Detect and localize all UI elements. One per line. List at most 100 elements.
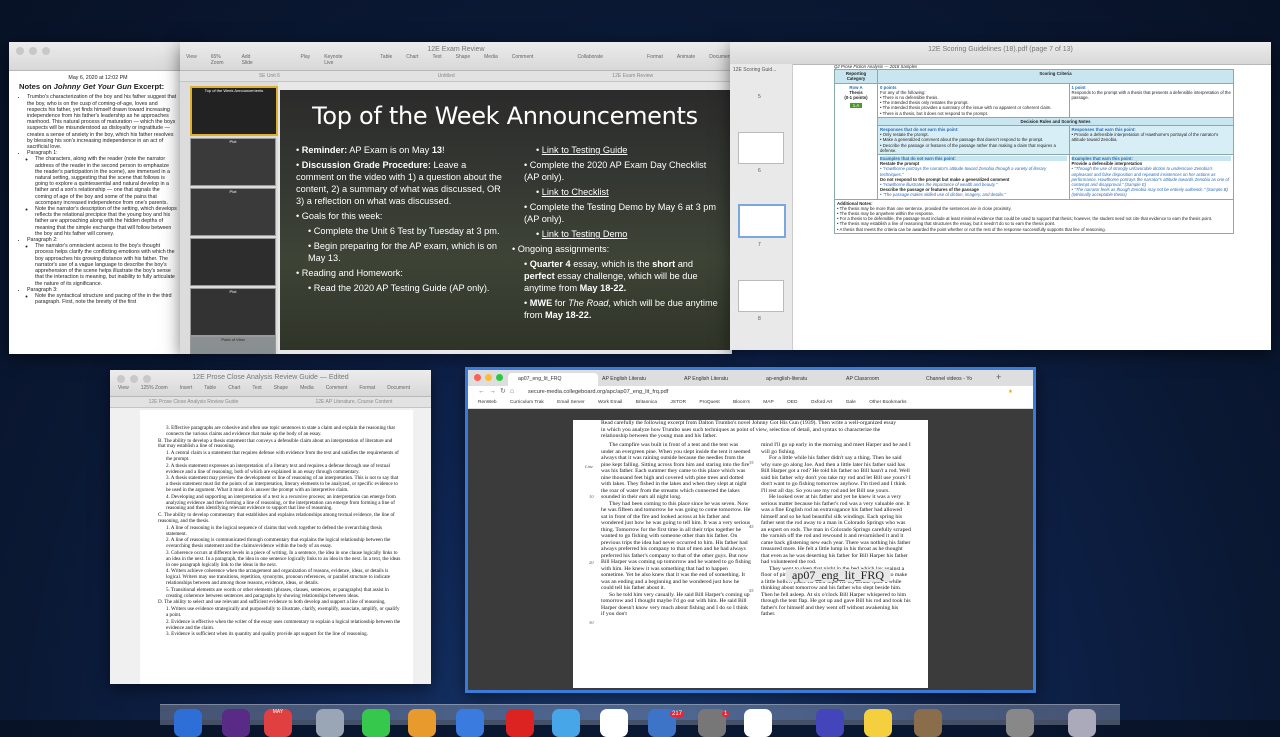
preview-icon[interactable] [914, 709, 942, 737]
view-button[interactable]: View [186, 54, 197, 66]
format-button[interactable]: Format [359, 385, 375, 391]
comment-button[interactable]: Comment [512, 54, 534, 66]
link-checklist[interactable]: • Link to Checklist [512, 186, 722, 198]
table-button[interactable]: Table [204, 385, 216, 391]
bookmark-item[interactable]: Bloom's [733, 400, 750, 405]
bookmark-star-icon[interactable]: ★ [1008, 386, 1013, 398]
shape-button[interactable]: Shape [456, 54, 470, 66]
pages-icon[interactable] [408, 709, 436, 737]
text-button[interactable]: Text [432, 54, 441, 66]
bookmark-item[interactable]: Work Email [598, 400, 622, 405]
bookmark-item[interactable]: OED [787, 400, 797, 405]
minimize-button[interactable] [29, 47, 37, 55]
zoom-menu[interactable]: 125% Zoom [141, 385, 168, 391]
tab-frq-pdf[interactable]: ap07_eng_lit_FRQ [508, 373, 598, 386]
table-button[interactable]: Table [380, 54, 392, 66]
downloads-icon[interactable] [1006, 709, 1034, 737]
pdf-thumbnail-sidebar[interactable]: 12E Scoring Guid... 5 6 7 8 [730, 64, 793, 350]
tab-ap-english-2[interactable]: AP English Literatu [674, 373, 754, 386]
tab-youtube[interactable]: Channel videos - Yo [916, 373, 998, 386]
page-thumb-7[interactable] [738, 204, 786, 238]
address-bar[interactable]: ←→↻⌂ secure-media.collegeboard.org/apc/a… [468, 386, 1033, 398]
siri-icon[interactable] [222, 709, 250, 737]
play-button[interactable]: Play [300, 54, 310, 66]
chart-button[interactable]: Chart [406, 54, 418, 66]
notes-icon[interactable] [600, 709, 628, 737]
review-guide-window[interactable]: 12E Prose Close Analysis Review Guide — … [110, 370, 431, 684]
slide-thumb-2[interactable]: Plot [190, 138, 276, 186]
zoom-button[interactable] [496, 374, 503, 381]
outline-item: 2. Evidence is effective when the writer… [166, 618, 401, 631]
slide-canvas[interactable]: Top of the Week Announcements • Reminder… [280, 90, 730, 350]
chrome-window[interactable]: ap07_eng_lit_FRQ AP English Literatu AP … [465, 367, 1036, 693]
bookmark-item[interactable]: Email Server [557, 400, 584, 405]
tab-course-content[interactable]: 12E AP Literature, Course Content [316, 397, 393, 407]
page-thumb-8[interactable] [738, 280, 784, 312]
close-button[interactable] [474, 374, 481, 381]
review-document[interactable]: 3. Effective paragraphs are cohesive and… [140, 410, 413, 684]
zoom-button[interactable] [42, 47, 50, 55]
minimize-button[interactable] [485, 374, 492, 381]
text-button[interactable]: Text [252, 385, 261, 391]
screenshot-icon[interactable] [816, 709, 844, 737]
collaborate-button[interactable]: Collaborate [577, 54, 603, 66]
slide-thumb-3[interactable]: Plot [190, 188, 276, 236]
slide-thumb-4[interactable] [190, 238, 276, 286]
comment-button[interactable]: Comment [326, 385, 348, 391]
add-slide-button[interactable]: Add Slide [242, 54, 257, 66]
keynote-window[interactable]: 12E Exam Review View 65% Zoom Add Slide … [180, 42, 732, 354]
acrobat-icon[interactable] [506, 709, 534, 737]
other-bookmarks[interactable]: Other Bookmarks [869, 400, 906, 405]
keynote-live-button[interactable]: Keynote Live [324, 54, 344, 66]
slide-thumb-5[interactable]: Plot [190, 288, 276, 336]
notes-window[interactable]: May 6, 2020 at 12:02 PM Notes on Johnny … [9, 42, 187, 354]
keynote-icon[interactable] [456, 709, 484, 737]
pdf-page[interactable]: Read carefully the following excerpt fro… [573, 420, 928, 688]
messages-icon[interactable] [362, 709, 390, 737]
link-testing-demo[interactable]: • Link to Testing Demo [512, 228, 722, 240]
shape-button[interactable]: Shape [274, 385, 288, 391]
page-thumb-6[interactable] [738, 132, 784, 164]
bookmark-item[interactable]: Oxford Art [811, 400, 833, 405]
bookmark-item[interactable]: Britannica [636, 400, 657, 405]
calendar-icon[interactable]: MAY [264, 709, 292, 737]
media-button[interactable]: Media [484, 54, 498, 66]
stickies-icon[interactable] [864, 709, 892, 737]
view-button[interactable]: View [118, 385, 129, 391]
tab-ap-classroom[interactable]: AP Classroom [836, 373, 916, 386]
tab-untitled[interactable]: Untitled [438, 71, 455, 81]
format-button[interactable]: Format [647, 54, 663, 66]
chrome-icon[interactable] [744, 709, 772, 737]
zoom-menu[interactable]: 65% Zoom [211, 54, 228, 66]
animate-button[interactable]: Animate [677, 54, 695, 66]
tab-exam-review[interactable]: 12E Exam Review [612, 71, 653, 81]
bookmark-item[interactable]: RenWeb [478, 400, 497, 405]
close-button[interactable] [16, 47, 24, 55]
tab-unit6[interactable]: SE Unit 6 [259, 71, 280, 81]
finder-icon[interactable] [174, 709, 202, 737]
nav-icons[interactable]: ←→↻⌂ [478, 386, 518, 398]
link-testing-guide[interactable]: • Link to Testing Guide [512, 144, 722, 156]
trash-icon[interactable] [1068, 709, 1096, 737]
insert-button[interactable]: Insert [180, 385, 193, 391]
tab-ap-english-3[interactable]: ap-english-literatu [756, 373, 836, 386]
media-button[interactable]: Media [300, 385, 314, 391]
safari-icon[interactable] [316, 709, 344, 737]
tab-ap-english-1[interactable]: AP English Literatu [592, 373, 672, 386]
bookmark-item[interactable]: MAP [763, 400, 773, 405]
chart-button[interactable]: Chart [228, 385, 240, 391]
new-tab-icon[interactable]: + [996, 372, 1001, 382]
scoring-pdf-window[interactable]: 12E Scoring Guidelines (18).pdf (page 7 … [730, 42, 1271, 350]
tab-review-guide[interactable]: 12E Prose Close Analysis Review Guide [149, 397, 239, 407]
document-button[interactable]: Document [387, 385, 410, 391]
document-button[interactable]: Document [709, 54, 732, 66]
slide-thumb-6[interactable]: Point of View [190, 336, 276, 354]
mail-icon[interactable] [552, 709, 580, 737]
notes-document[interactable]: May 6, 2020 at 12:02 PM Notes on Johnny … [9, 71, 187, 309]
slide-thumb-1[interactable]: Top of the Week Announcements [190, 86, 278, 136]
bookmark-item[interactable]: ProQuest [699, 400, 719, 405]
bookmark-item[interactable]: Gale [846, 400, 856, 405]
bookmark-item[interactable]: Curriculum Trak [510, 400, 544, 405]
slide-navigator[interactable]: Top of the Week Announcements Plot Plot … [180, 82, 278, 354]
bookmark-item[interactable]: JSTOR [670, 400, 686, 405]
